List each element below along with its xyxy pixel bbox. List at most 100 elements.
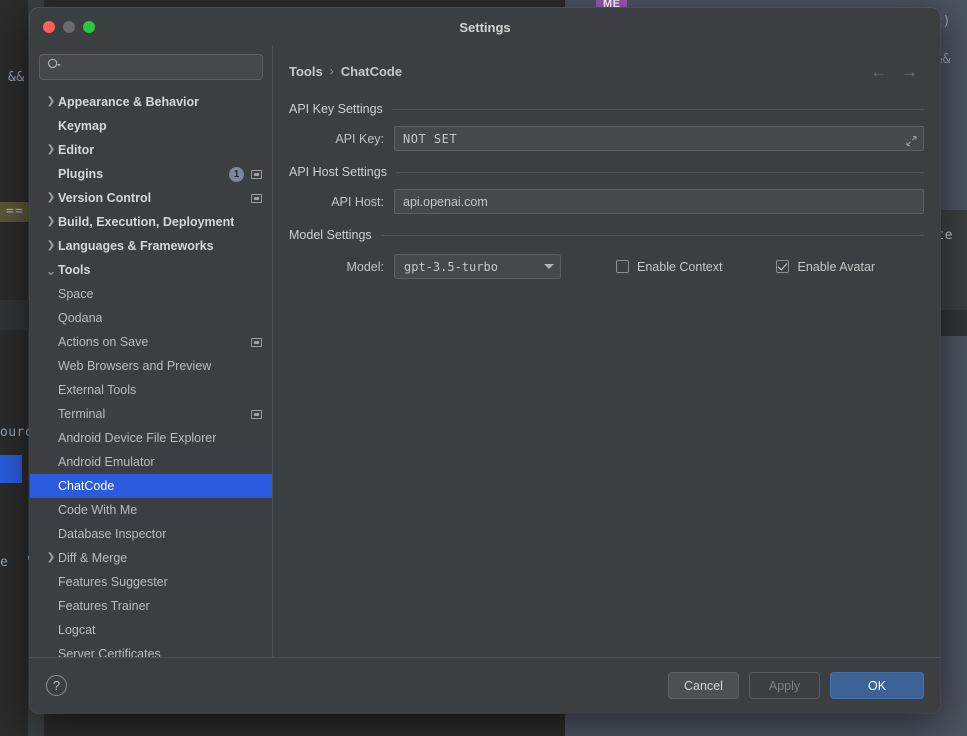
api-key-settings-header: API Key Settings — [289, 102, 924, 116]
chevron-right-icon: ❯ — [46, 240, 56, 251]
plugins-update-badge: 1 — [229, 166, 244, 182]
ok-button[interactable]: OK — [830, 672, 924, 699]
sidebar-item-external-tools[interactable]: External Tools — [30, 378, 272, 402]
sidebar-item-database-inspector[interactable]: Database Inspector — [30, 522, 272, 546]
sidebar-item-build-execution-deployment[interactable]: ❯ Build, Execution, Deployment — [30, 210, 272, 234]
open-in-window-icon[interactable] — [251, 169, 262, 179]
model-select[interactable]: gpt-3.5-turbo — [394, 254, 561, 279]
sidebar-item-diff-merge[interactable]: ❯ Diff & Merge — [30, 546, 272, 570]
chevron-right-icon: ❯ — [46, 192, 56, 203]
api-host-settings-group: API Host Settings API Host: — [289, 165, 924, 214]
sidebar-item-label: Code With Me — [58, 503, 138, 517]
enable-avatar-checkbox[interactable]: Enable Avatar — [776, 260, 875, 274]
sidebar-item-label: Languages & Frameworks — [58, 239, 214, 253]
chevron-right-icon: ❯ — [46, 96, 56, 107]
enable-avatar-checkbox-box[interactable] — [776, 260, 790, 273]
forward-arrow-icon[interactable]: → — [901, 63, 918, 80]
sidebar-item-server-certificates[interactable]: Server Certificates — [30, 642, 272, 657]
background-band-3 — [0, 300, 30, 330]
sidebar-item-languages-frameworks[interactable]: ❯ Languages & Frameworks — [30, 234, 272, 258]
sidebar-item-plugins[interactable]: Plugins 1 — [30, 162, 272, 186]
sidebar-item-label: Tools — [58, 263, 91, 277]
sidebar-item-chatcode[interactable]: ChatCode — [30, 474, 272, 498]
api-key-input[interactable] — [394, 126, 924, 151]
sidebar-item-features-suggester[interactable]: Features Suggester — [30, 570, 272, 594]
background-code-left-2: == — [0, 202, 30, 222]
breadcrumb-navigation: ← → — [870, 63, 924, 80]
settings-dialog: Settings ❯ Appearance & Behavior Keymap ❯ Ed… — [30, 8, 940, 713]
model-row: Model: gpt-3.5-turbo Enable Context Enab… — [289, 254, 924, 279]
sidebar-item-label: Features Trainer — [58, 599, 150, 613]
sidebar-item-label: Editor — [58, 143, 95, 157]
model-label: Model: — [346, 259, 384, 274]
model-settings-group: Model Settings Model: gpt-3.5-turbo Enab… — [289, 228, 924, 279]
sidebar-item-android-device-file-explorer[interactable]: Android Device File Explorer — [30, 426, 272, 450]
sidebar-item-keymap[interactable]: Keymap — [30, 114, 272, 138]
sidebar-item-editor[interactable]: ❯ Editor — [30, 138, 272, 162]
apply-button: Apply — [749, 672, 820, 699]
chevron-right-icon: ❯ — [46, 552, 56, 563]
api-host-label: API Host: — [331, 194, 384, 209]
api-host-input[interactable] — [394, 189, 924, 214]
chevron-down-icon — [544, 264, 554, 269]
sidebar-item-terminal[interactable]: Terminal — [30, 402, 272, 426]
open-in-window-icon[interactable] — [251, 193, 262, 203]
api-key-field-row: API Key: — [289, 126, 924, 151]
sidebar-item-label: Database Inspector — [58, 527, 167, 541]
sidebar-item-label: Android Device File Explorer — [58, 431, 217, 445]
sidebar-item-label: Terminal — [58, 407, 106, 421]
settings-sidebar: ❯ Appearance & Behavior Keymap ❯ Editor Plugi… — [30, 46, 273, 657]
sidebar-item-space[interactable]: Space — [30, 282, 272, 306]
sidebar-item-qodana[interactable]: Qodana — [30, 306, 272, 330]
settings-tree[interactable]: ❯ Appearance & Behavior Keymap ❯ Editor Plugi… — [30, 88, 272, 657]
help-button[interactable]: ? — [46, 675, 67, 696]
chevron-right-icon: ❯ — [46, 144, 56, 155]
sidebar-item-logcat[interactable]: Logcat — [30, 618, 272, 642]
sidebar-item-web-browsers-and-preview[interactable]: Web Browsers and Preview — [30, 354, 272, 378]
background-code-left-4: e ' — [0, 555, 33, 570]
sidebar-item-label: Diff & Merge — [58, 551, 128, 565]
sidebar-item-label: Keymap — [58, 119, 107, 133]
sidebar-item-label: Qodana — [58, 311, 103, 325]
api-host-field-row: API Host: — [289, 189, 924, 214]
dialog-titlebar: Settings — [30, 8, 940, 46]
sidebar-item-android-emulator[interactable]: Android Emulator — [30, 450, 272, 474]
group-divider — [391, 108, 924, 110]
sidebar-item-label: ChatCode — [58, 479, 115, 493]
expand-diagonal-icon[interactable] — [906, 133, 917, 146]
search-input[interactable] — [62, 59, 255, 75]
sidebar-item-version-control[interactable]: ❯ Version Control — [30, 186, 272, 210]
breadcrumb-parent[interactable]: Tools — [289, 64, 323, 79]
search-box[interactable] — [39, 54, 263, 80]
zoom-window-button[interactable] — [83, 21, 95, 33]
background-selection-mark — [0, 455, 22, 483]
sidebar-item-label: Logcat — [58, 623, 96, 637]
search-wrapper — [30, 50, 272, 88]
sidebar-item-label: Server Certificates — [58, 647, 161, 657]
breadcrumb-separator-icon: › — [329, 64, 334, 78]
sidebar-item-actions-on-save[interactable]: Actions on Save — [30, 330, 272, 354]
settings-content-pane: Tools › ChatCode ← → API Key Settings AP… — [273, 46, 940, 657]
sidebar-item-label: Features Suggester — [58, 575, 168, 589]
open-in-window-icon[interactable] — [251, 337, 262, 347]
enable-avatar-label: Enable Avatar — [797, 259, 876, 274]
sidebar-item-code-with-me[interactable]: Code With Me — [30, 498, 272, 522]
api-host-settings-title: API Host Settings — [289, 165, 387, 179]
close-window-button[interactable] — [43, 21, 55, 33]
enable-context-checkbox-box[interactable] — [616, 260, 629, 273]
open-in-window-icon[interactable] — [251, 409, 262, 419]
sidebar-item-appearance-behavior[interactable]: ❯ Appearance & Behavior — [30, 90, 272, 114]
api-key-label: API Key: — [335, 131, 384, 146]
dialog-footer: ? Cancel Apply OK — [30, 657, 940, 713]
sidebar-item-tools[interactable]: ⌄ Tools — [30, 258, 272, 282]
group-divider — [395, 171, 924, 173]
sidebar-item-features-trainer[interactable]: Features Trainer — [30, 594, 272, 618]
api-key-settings-group: API Key Settings API Key: — [289, 102, 924, 151]
cancel-button[interactable]: Cancel — [668, 672, 739, 699]
back-arrow-icon[interactable]: ← — [870, 63, 887, 80]
model-select-value: gpt-3.5-turbo — [404, 259, 498, 274]
minimize-window-button[interactable] — [63, 21, 75, 33]
enable-context-label: Enable Context — [637, 259, 723, 274]
sidebar-item-label: Appearance & Behavior — [58, 95, 200, 109]
enable-context-checkbox[interactable]: Enable Context — [616, 260, 722, 274]
